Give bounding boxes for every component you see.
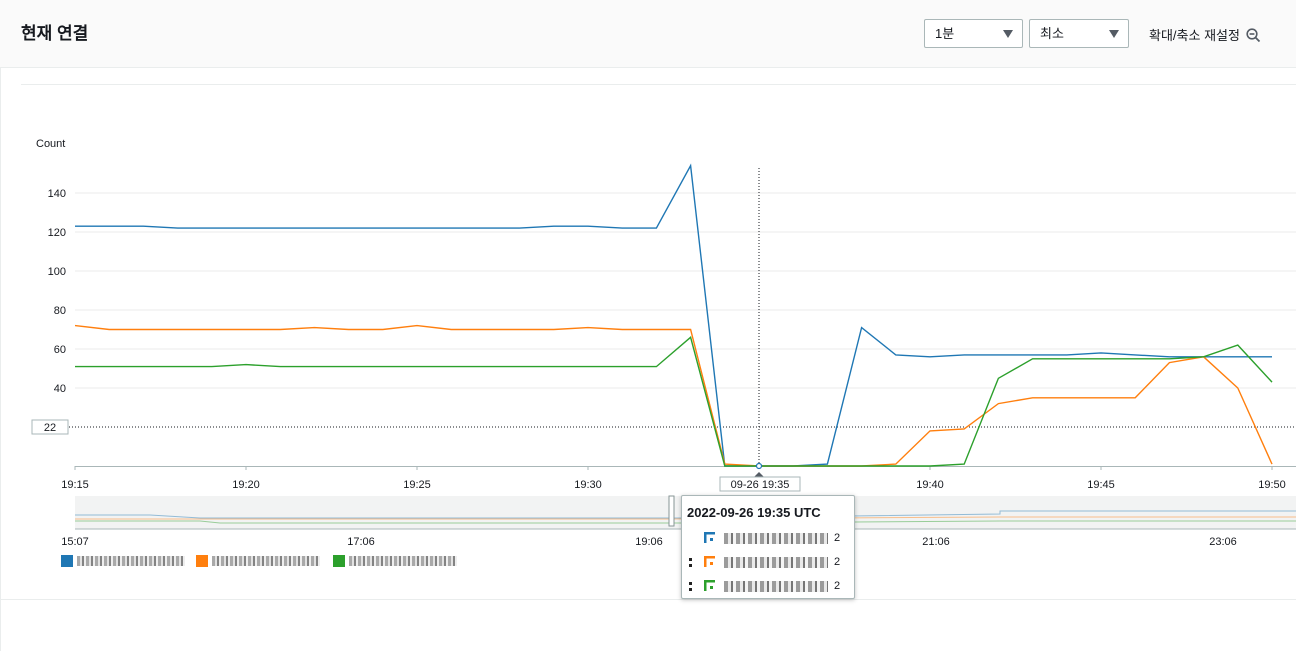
x-tick-label: 19:45 [1087, 479, 1115, 491]
y-tick-label: 60 [54, 344, 66, 356]
legend-swatch [333, 555, 345, 567]
legend-label-redacted [77, 556, 185, 566]
overview-tick-label: 15:07 [61, 536, 89, 548]
tooltip-value: 2 [834, 580, 841, 592]
x-tick-label: 19:50 [1258, 479, 1286, 491]
series-line-3 [75, 336, 1273, 467]
cursor-label: 09-26 19:35 [731, 479, 790, 491]
cursor-pointer [754, 472, 764, 477]
x-axis-ticks: 19:15 19:20 19:25 19:30 19:40 19:45 19:50 [61, 466, 1286, 491]
line-chart[interactable]: Count 140120100806040 19:15 19:20 19:25 19:… [0, 0, 1296, 651]
row-marker-icon [689, 558, 692, 567]
legend-item[interactable] [196, 555, 322, 569]
x-tick-label: 19:15 [61, 479, 89, 491]
series-marker-icon [704, 532, 715, 543]
tooltip-row: 2 [682, 556, 854, 570]
y-tick-label: 100 [48, 266, 66, 278]
y-tick-label: 40 [54, 383, 66, 395]
tooltip-value: 2 [834, 532, 841, 544]
overview-navigator[interactable]: 15:07 17:06 19:06 21:06 23:06 [61, 495, 1296, 548]
y-tick-label: 80 [54, 305, 66, 317]
tooltip-series-name-redacted [724, 581, 828, 592]
y-tick-label: 120 [48, 227, 66, 239]
x-tick-label: 19:20 [232, 479, 260, 491]
series-lines [75, 163, 1273, 467]
overview-tick-label: 23:06 [1209, 536, 1237, 548]
series-marker-icon [704, 556, 715, 567]
x-tick-label: 19:30 [574, 479, 602, 491]
legend-swatch [196, 555, 208, 567]
overview-tick-label: 17:06 [347, 536, 375, 548]
x-tick-label: 19:40 [916, 479, 944, 491]
legend-swatch [61, 555, 73, 567]
threshold: 22 [31, 419, 1296, 435]
threshold-label: 22 [44, 422, 56, 434]
series-line-1 [75, 163, 1272, 467]
tooltip-row: 2 [682, 580, 854, 594]
overview-handle [668, 495, 675, 527]
legend-label-redacted [349, 556, 457, 566]
tooltip-row: 2 [682, 532, 854, 546]
tooltip-value: 2 [834, 556, 841, 568]
row-marker-icon [689, 582, 692, 591]
y-tick-label: 140 [48, 188, 66, 200]
legend-label-redacted [212, 556, 320, 566]
tooltip-series-name-redacted [724, 533, 828, 544]
tooltip-series-name-redacted [724, 557, 828, 568]
legend-item[interactable] [333, 555, 459, 569]
overview-tick-label: 21:06 [922, 536, 950, 548]
overview-tick-label: 19:06 [635, 536, 663, 548]
x-tick-label: 19:25 [403, 479, 431, 491]
series-marker-icon [704, 580, 715, 591]
series-line-2 [75, 324, 1273, 467]
y-axis-label: Count [36, 138, 65, 150]
y-axis-ticks: 140 120 100 80 60 40 [48, 188, 66, 395]
data-tooltip: 2022-09-26 19:35 UTC 2 2 2 [681, 495, 855, 599]
legend-item[interactable] [61, 555, 185, 569]
tooltip-title: 2022-09-26 19:35 UTC [687, 505, 821, 520]
cursor-point [755, 462, 763, 470]
hover-cursor: 09-26 19:35 [719, 168, 801, 492]
